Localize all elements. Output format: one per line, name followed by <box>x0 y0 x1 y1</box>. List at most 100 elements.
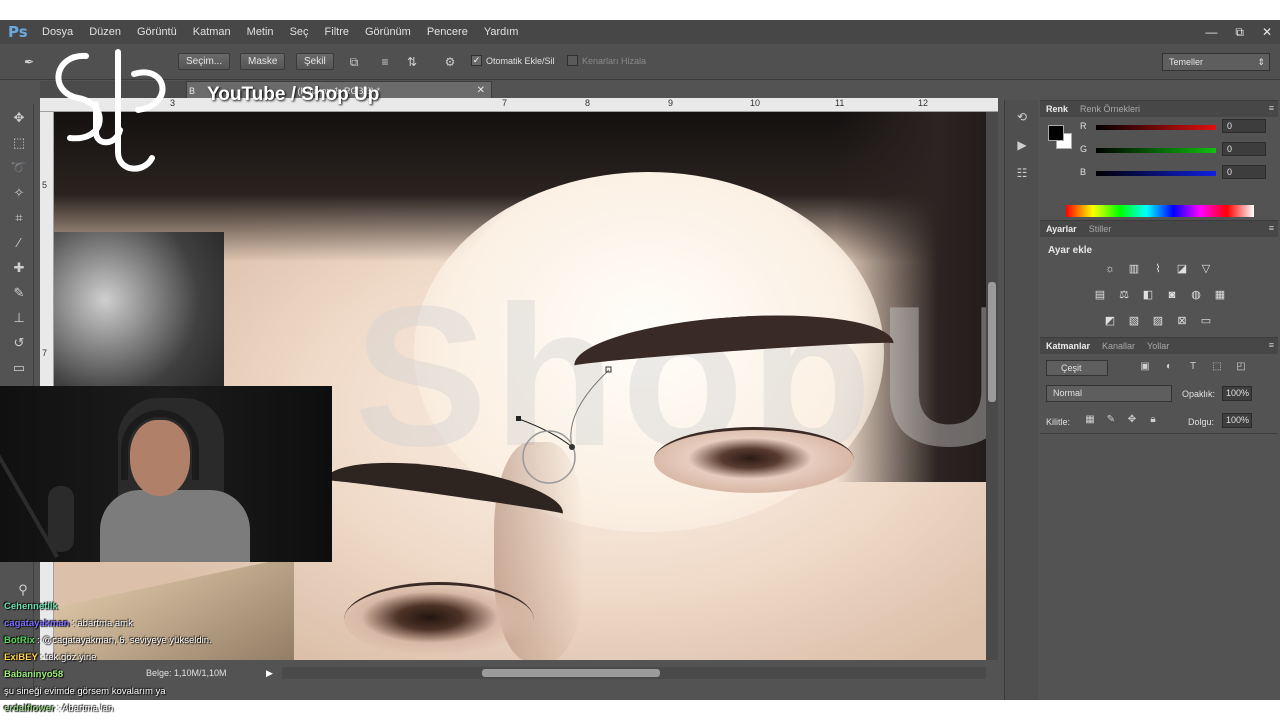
green-value[interactable]: 0 <box>1222 142 1266 156</box>
smart-object-filter-icon[interactable]: ◰ <box>1234 360 1248 374</box>
ps-logo: Ps <box>8 23 28 41</box>
mask-button[interactable]: Maske <box>240 53 286 70</box>
path-operations-icon[interactable]: ⧉ <box>347 55 361 69</box>
horizontal-scrollbar[interactable] <box>282 667 986 679</box>
adjustment-row-3: ◩ ▧ ▨ ⊠ ▭ <box>1102 313 1214 329</box>
properties-panel-icon[interactable]: ☷ <box>1011 162 1033 184</box>
pixel-filter-icon[interactable]: ▣ <box>1138 360 1152 374</box>
panel-menu-icon[interactable]: ≡ <box>1269 340 1274 350</box>
threshold-icon[interactable]: ▨ <box>1150 313 1166 329</box>
workspace-select[interactable]: Temeller <box>1162 53 1270 71</box>
color-lookup-icon[interactable]: ▦ <box>1212 287 1228 303</box>
history-brush-tool-icon[interactable]: ↺ <box>8 332 30 354</box>
restore-button[interactable]: ⧉ <box>1235 25 1244 40</box>
vibrance-icon[interactable]: ▽ <box>1198 261 1214 277</box>
adjustment-filter-icon[interactable]: ◐ <box>1162 360 1176 374</box>
opacity-input[interactable]: 100% <box>1222 386 1252 401</box>
menu-view[interactable]: Görünüm <box>357 26 419 38</box>
shape-filter-icon[interactable]: ⬚ <box>1210 360 1224 374</box>
panel-menu-icon[interactable]: ≡ <box>1269 223 1274 233</box>
shape-button[interactable]: Şekil <box>296 53 334 70</box>
selective-color-icon[interactable]: ⊠ <box>1174 313 1190 329</box>
chat-text: : Abartma lan <box>57 703 114 714</box>
tab-swatches[interactable]: Renk Örnekleri <box>1080 104 1140 114</box>
eyedropper-tool-icon[interactable]: ⁄ <box>8 232 30 254</box>
layer-filter-select[interactable]: Çeşit <box>1046 360 1108 376</box>
crop-tool-icon[interactable]: ⌗ <box>8 207 30 229</box>
path-arrangement-icon[interactable]: ⇅ <box>405 55 419 69</box>
close-button[interactable]: ✕ <box>1262 25 1272 39</box>
path-alignment-icon[interactable]: ≡ <box>378 55 392 69</box>
curves-icon[interactable]: ⌇ <box>1150 261 1166 277</box>
lock-all-icon[interactable]: 🔒︎ <box>1147 414 1159 426</box>
chat-username: erdalflower <box>4 703 55 714</box>
red-value[interactable]: 0 <box>1222 119 1266 133</box>
tab-channels[interactable]: Kanallar <box>1102 341 1135 351</box>
menu-filter[interactable]: Filtre <box>317 26 357 38</box>
invert-icon[interactable]: ◩ <box>1102 313 1118 329</box>
green-slider[interactable] <box>1096 148 1216 153</box>
menu-select[interactable]: Seç <box>282 26 317 38</box>
chat-text: : tek göz yine <box>40 652 97 663</box>
vertical-scroll-thumb[interactable] <box>988 282 996 402</box>
tab-adjustments[interactable]: Ayarlar <box>1046 224 1077 234</box>
vertical-scrollbar[interactable] <box>986 112 998 660</box>
minimize-button[interactable]: — <box>1205 25 1217 39</box>
menu-help[interactable]: Yardım <box>476 26 527 38</box>
levels-icon[interactable]: ▥ <box>1126 261 1142 277</box>
clone-stamp-tool-icon[interactable]: ⊥ <box>8 307 30 329</box>
healing-brush-tool-icon[interactable]: ✚ <box>8 257 30 279</box>
hue-saturation-icon[interactable]: ▤ <box>1092 287 1108 303</box>
lock-position-icon[interactable]: ✥ <box>1126 414 1138 426</box>
gradient-map-icon[interactable]: ▭ <box>1198 313 1214 329</box>
color-balance-icon[interactable]: ⚖ <box>1116 287 1132 303</box>
marquee-tool-icon[interactable]: ⬚ <box>8 132 30 154</box>
tab-styles[interactable]: Stiller <box>1089 224 1112 234</box>
actions-panel-icon[interactable]: ▶ <box>1011 134 1033 156</box>
blend-mode-select[interactable]: Normal <box>1046 385 1172 402</box>
eraser-tool-icon[interactable]: ▭ <box>8 357 30 379</box>
menu-type[interactable]: Metin <box>239 26 282 38</box>
blue-slider[interactable] <box>1096 171 1216 176</box>
chat-username: BotRix <box>4 635 35 646</box>
menu-window[interactable]: Pencere <box>419 26 476 38</box>
make-selection-button[interactable]: Seçim... <box>178 53 231 70</box>
lock-transparency-icon[interactable]: ▦ <box>1084 414 1096 426</box>
tab-layers[interactable]: Katmanlar <box>1046 341 1090 351</box>
foreground-color-swatch[interactable] <box>1048 125 1064 141</box>
move-tool-icon[interactable]: ✥ <box>8 107 30 129</box>
magic-wand-tool-icon[interactable]: ✧ <box>8 182 30 204</box>
blue-value[interactable]: 0 <box>1222 165 1266 179</box>
layers-panel-tabs: Katmanlar Kanallar Yollar <box>1040 338 1278 354</box>
align-edges-checkbox[interactable] <box>567 55 578 66</box>
microphone <box>48 486 74 552</box>
blue-label: B <box>1080 167 1087 177</box>
tab-paths[interactable]: Yollar <box>1147 341 1169 351</box>
fill-input[interactable]: 100% <box>1222 413 1252 428</box>
tab-color[interactable]: Renk <box>1046 104 1068 114</box>
red-slider[interactable] <box>1096 125 1216 130</box>
panel-menu-icon[interactable]: ≡ <box>1269 103 1274 113</box>
lock-pixels-icon[interactable]: ✎ <box>1105 414 1117 426</box>
foreground-background-swatch[interactable] <box>1048 125 1074 151</box>
type-filter-icon[interactable]: T <box>1186 360 1200 374</box>
layers-list[interactable] <box>1040 433 1278 700</box>
settings-gear-icon[interactable]: ⚙ <box>443 55 457 69</box>
horizontal-scroll-thumb[interactable] <box>482 669 660 677</box>
lasso-tool-icon[interactable]: ➰ <box>8 157 30 179</box>
opacity-label: Opaklık: <box>1182 389 1216 399</box>
brightness-icon[interactable]: ☼ <box>1102 261 1118 277</box>
photo-filter-icon[interactable]: ◙ <box>1164 287 1180 303</box>
black-white-icon[interactable]: ◧ <box>1140 287 1156 303</box>
brush-tool-icon[interactable]: ✎ <box>8 282 30 304</box>
channel-mixer-icon[interactable]: ◍ <box>1188 287 1204 303</box>
menu-layer[interactable]: Katman <box>185 26 239 38</box>
chat-message: cagatayakman : abartma amk <box>0 615 360 632</box>
fill-label: Dolgu: <box>1188 417 1215 427</box>
tab-prefix: B <box>189 86 196 96</box>
posterize-icon[interactable]: ▧ <box>1126 313 1142 329</box>
exposure-icon[interactable]: ◪ <box>1174 261 1190 277</box>
color-spectrum[interactable] <box>1066 205 1254 217</box>
auto-add-delete-checkbox[interactable]: ✓ <box>471 55 482 66</box>
history-panel-icon[interactable]: ⟲ <box>1011 106 1033 128</box>
